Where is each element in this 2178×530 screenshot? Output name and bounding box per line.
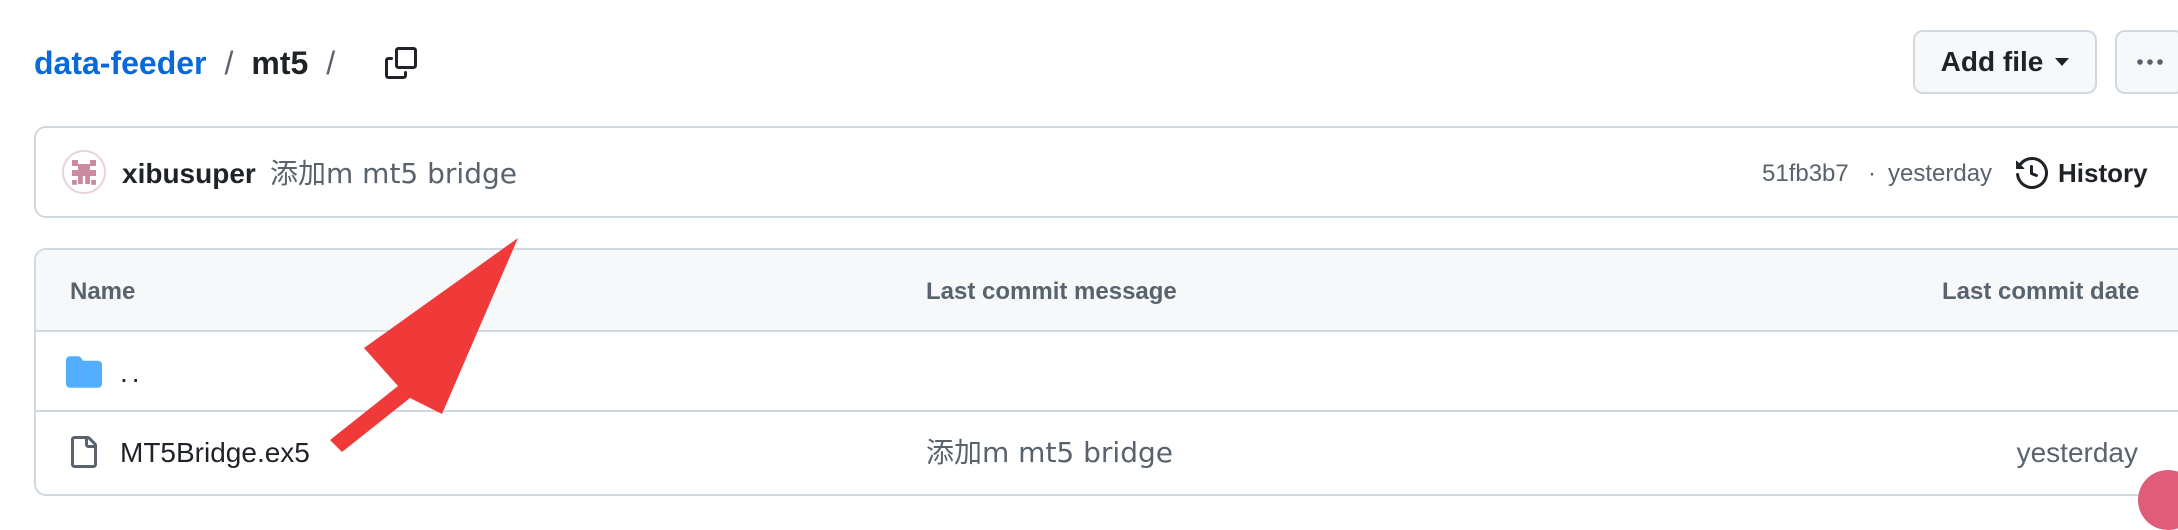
file-name-link[interactable]: MT5Bridge.ex5 (120, 434, 310, 472)
parent-directory-link[interactable]: .. (120, 354, 144, 392)
folder-icon (66, 356, 102, 388)
identicon-icon (64, 152, 104, 192)
breadcrumb-separator: / (224, 45, 234, 81)
latest-commit-bar: xibusuper 添加m mt5 bridge 51fb3b7 · yeste… (34, 126, 2178, 218)
add-file-button[interactable]: Add file (1913, 30, 2097, 94)
triangle-down-icon (2055, 58, 2070, 66)
column-header-commit-date: Last commit date (1942, 278, 2140, 305)
copy-icon (385, 47, 417, 79)
table-header: Name Last commit message Last commit dat… (36, 250, 2178, 332)
file-table: Name Last commit message Last commit dat… (34, 248, 2178, 496)
file-commit-message-link[interactable]: 添加m mt5 bridge (926, 434, 1173, 472)
add-file-label: Add file (1940, 46, 2044, 77)
breadcrumb: data-feeder / mt5 / (34, 42, 353, 84)
kebab-horizontal-icon (2137, 59, 2163, 65)
table-row[interactable]: MT5Bridge.ex5 添加m mt5 bridge yesterday (36, 412, 2178, 492)
breadcrumb-repo-link[interactable]: data-feeder (34, 42, 207, 84)
commit-message-link[interactable]: 添加m mt5 bridge (270, 154, 517, 194)
column-header-commit-message: Last commit message (926, 278, 1177, 305)
column-header-name: Name (70, 278, 136, 305)
file-navigation-bar: data-feeder / mt5 / Add file (0, 0, 2178, 125)
commit-hash-link[interactable]: 51fb3b7 (1762, 158, 1849, 190)
history-icon (2016, 157, 2048, 189)
commit-author-link[interactable]: xibusuper (122, 154, 256, 194)
history-button[interactable]: History (2016, 146, 2148, 200)
file-icon (66, 436, 102, 468)
table-row-parent-directory[interactable]: .. (36, 332, 2178, 412)
breadcrumb-trailing-separator: / (326, 45, 336, 81)
breadcrumb-current-folder: mt5 (251, 45, 309, 81)
more-options-button[interactable] (2115, 30, 2178, 94)
copy-path-button[interactable] (378, 40, 424, 86)
commit-relative-time: yesterday (1888, 160, 1993, 187)
file-commit-date: yesterday (2016, 437, 2138, 468)
history-label: History (2058, 157, 2148, 188)
avatar[interactable] (62, 150, 106, 194)
commit-separator-dot: · (1868, 160, 1876, 187)
